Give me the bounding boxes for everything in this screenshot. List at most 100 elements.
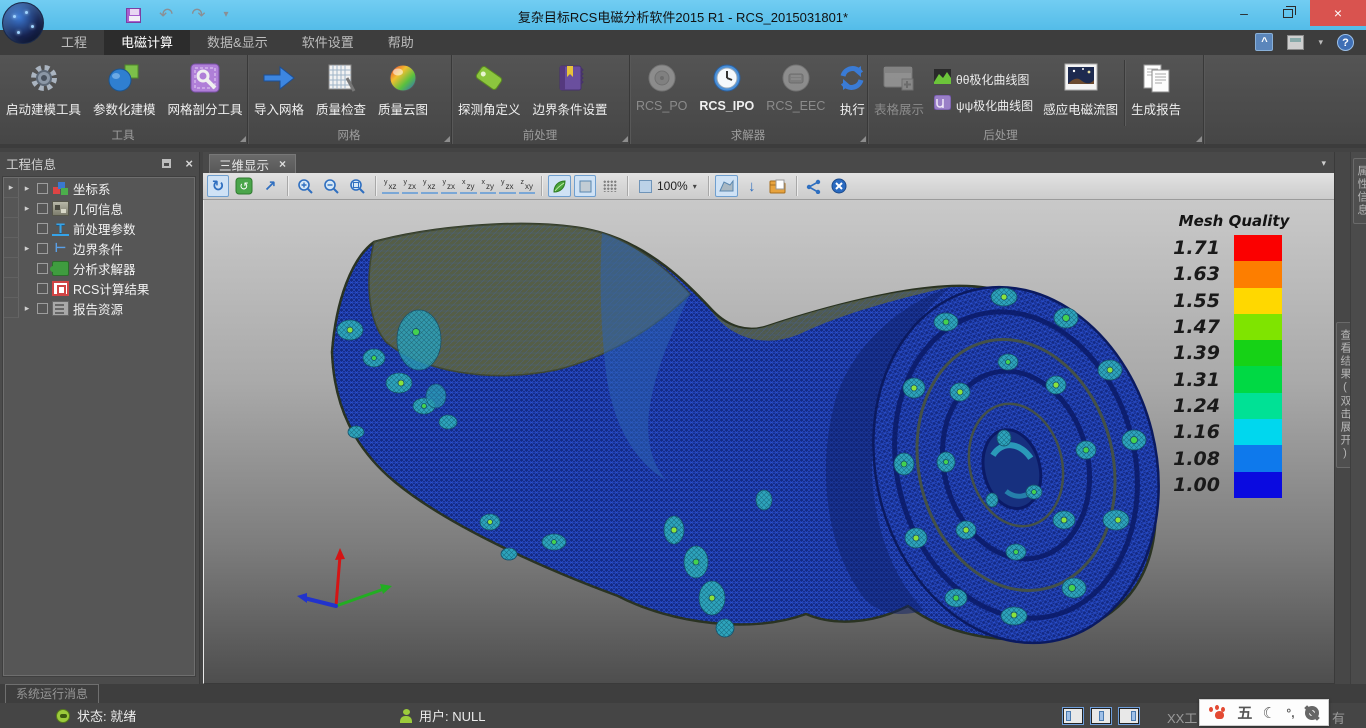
- psi-curve-button[interactable]: ψψ极化曲线图: [934, 95, 1033, 115]
- close-button[interactable]: ×: [1310, 0, 1366, 26]
- boundary-setting-button[interactable]: 边界条件设置: [527, 57, 614, 129]
- induced-current-button[interactable]: 感应电磁流图: [1037, 57, 1124, 129]
- rcs-eec-button[interactable]: RCS_EEC: [760, 57, 831, 129]
- tab-close-icon[interactable]: ×: [279, 157, 286, 171]
- skin-dropdown-icon[interactable]: ▾: [1318, 37, 1323, 48]
- tree-item-preprocess-params[interactable]: T 前处理参数: [4, 218, 194, 238]
- system-messages-tab[interactable]: 系统运行消息: [5, 684, 99, 703]
- surface-mode-button[interactable]: [574, 175, 596, 197]
- quality-cloud-button[interactable]: 质量云图: [372, 57, 434, 129]
- 3d-viewport-canvas[interactable]: Mesh Quality 1.71 1.63 1.55 1.47 1.39 1.…: [203, 200, 1334, 684]
- group-expand-icon[interactable]: [444, 136, 450, 142]
- skin-style-icon[interactable]: [1287, 35, 1304, 50]
- rotate-view-button[interactable]: ↻: [207, 175, 229, 197]
- layout-right-icon[interactable]: [1119, 708, 1139, 724]
- panel-close-icon[interactable]: ×: [185, 156, 193, 171]
- close-view-button[interactable]: [828, 175, 850, 197]
- checkbox[interactable]: [37, 303, 48, 314]
- reset-view-button[interactable]: ↺: [232, 175, 256, 197]
- layout-left-icon[interactable]: [1063, 708, 1083, 724]
- help-icon[interactable]: ?: [1337, 34, 1354, 51]
- wireframe-mode-button[interactable]: [599, 175, 621, 197]
- project-panel-header: 工程信息 ×: [0, 152, 199, 175]
- checkbox[interactable]: [37, 263, 48, 274]
- 3d-model[interactable]: [204, 200, 1335, 684]
- menu-tab-settings[interactable]: 软件设置: [285, 30, 371, 55]
- save-view-down-button[interactable]: ↓: [741, 175, 763, 197]
- table-window-icon: [882, 60, 916, 96]
- ime-settings-gear-icon[interactable]: [1305, 706, 1319, 720]
- ime-mode-button[interactable]: 五: [1237, 702, 1252, 723]
- checkbox[interactable]: [37, 203, 48, 214]
- theta-curve-button[interactable]: θθ极化曲线图: [934, 69, 1033, 89]
- menu-tab-project[interactable]: 工程: [44, 30, 104, 55]
- zoom-fit-button[interactable]: [346, 175, 369, 197]
- zoom-out-button[interactable]: [320, 175, 343, 197]
- import-mesh-button[interactable]: 导入网格: [248, 57, 310, 129]
- pan-view-button[interactable]: ↗: [259, 175, 281, 197]
- axis-view-button-1[interactable]: yxz: [382, 178, 399, 194]
- viewport-tab-3d-display[interactable]: 三维显示 ×: [209, 154, 296, 173]
- checkbox[interactable]: [37, 243, 48, 254]
- ime-fullhalf-moon-icon[interactable]: ☾: [1263, 704, 1276, 722]
- zoom-in-button[interactable]: [294, 175, 317, 197]
- axis-view-button-3[interactable]: yxz: [421, 178, 438, 194]
- group-expand-icon[interactable]: [622, 136, 628, 142]
- tree-item-geometry-info[interactable]: ▸ 几何信息: [4, 198, 194, 218]
- boundary-conditions-icon: ⊢: [52, 241, 69, 256]
- ime-logo-paw-icon[interactable]: [1209, 705, 1227, 721]
- menu-tab-data-display[interactable]: 数据&显示: [190, 30, 285, 55]
- fit-screen-button[interactable]: [715, 175, 738, 197]
- param-modeling-button[interactable]: 参数化建模: [87, 57, 162, 129]
- pin-icon[interactable]: [162, 159, 171, 168]
- collapse-ribbon-icon[interactable]: ^: [1255, 33, 1273, 51]
- tree-item-analysis-solver[interactable]: 分析求解器: [4, 258, 194, 278]
- app-logo: [2, 2, 44, 44]
- group-expand-icon[interactable]: [1196, 136, 1202, 142]
- solver-disc-icon: [647, 60, 677, 96]
- report-pages-icon: [1140, 60, 1172, 96]
- group-expand-icon[interactable]: [860, 136, 866, 142]
- group-label-mesh: 网格: [338, 130, 361, 142]
- layout-middle-icon[interactable]: [1091, 708, 1111, 724]
- checkbox[interactable]: [37, 183, 48, 194]
- purple-book-icon: [554, 60, 586, 96]
- legend-title: Mesh Quality: [1168, 212, 1300, 230]
- mesh-tool-button[interactable]: 网格剖分工具: [162, 57, 249, 129]
- legend-row: 1.39: [1168, 340, 1300, 366]
- status-user: 用户: NULL: [400, 703, 485, 728]
- menu-tab-em-compute[interactable]: 电磁计算: [104, 30, 190, 55]
- sidebar-tab-properties[interactable]: 属性信息: [1353, 158, 1366, 224]
- svg-text:↺: ↺: [239, 181, 248, 193]
- table-show-button[interactable]: 表格展示: [868, 57, 930, 129]
- group-expand-icon[interactable]: [240, 136, 246, 142]
- status-bar: 状态: 就绪 用户: NULL XX工 有 五 ☾ °,: [0, 703, 1366, 728]
- generate-report-button[interactable]: 生成报告: [1125, 57, 1187, 129]
- checkbox[interactable]: [37, 223, 48, 234]
- menu-tab-help[interactable]: 帮助: [371, 30, 431, 55]
- zoom-level-combo[interactable]: 100% ▾: [634, 175, 702, 197]
- ime-punctuation-button[interactable]: °,: [1286, 706, 1294, 720]
- shaded-mode-button[interactable]: [548, 175, 571, 197]
- checkbox[interactable]: [37, 283, 48, 294]
- tree-item-coordinate-system[interactable]: ▸▸ 坐标系: [4, 178, 194, 198]
- axis-view-button-5[interactable]: xzy: [460, 178, 477, 194]
- probe-angle-button[interactable]: 探测角定义: [452, 57, 527, 129]
- rcs-po-button[interactable]: RCS_PO: [630, 57, 693, 129]
- axis-view-button-6[interactable]: xzy: [480, 178, 497, 194]
- share-link-button[interactable]: [803, 175, 825, 197]
- axis-view-button-7[interactable]: yzx: [499, 178, 516, 194]
- axis-view-button-2[interactable]: yzx: [402, 178, 419, 194]
- tree-item-report-resources[interactable]: ▸ 报告资源: [4, 298, 194, 318]
- axis-view-button-8[interactable]: zxy: [519, 178, 536, 194]
- quality-check-button[interactable]: 质量检查: [310, 57, 372, 129]
- tree-item-boundary-conditions[interactable]: ▸ ⊢ 边界条件: [4, 238, 194, 258]
- axis-view-button-4[interactable]: yzx: [441, 178, 458, 194]
- snapshot-folder-button[interactable]: [766, 175, 790, 197]
- rcs-ipo-button[interactable]: RCS_IPO: [693, 57, 760, 129]
- minimize-button[interactable]: –: [1222, 0, 1266, 26]
- tab-overflow-icon[interactable]: ▾: [1321, 158, 1326, 169]
- restore-button[interactable]: [1266, 0, 1310, 26]
- launch-modeler-button[interactable]: 启动建模工具: [0, 57, 87, 129]
- tree-item-rcs-results[interactable]: RCS计算结果: [4, 278, 194, 298]
